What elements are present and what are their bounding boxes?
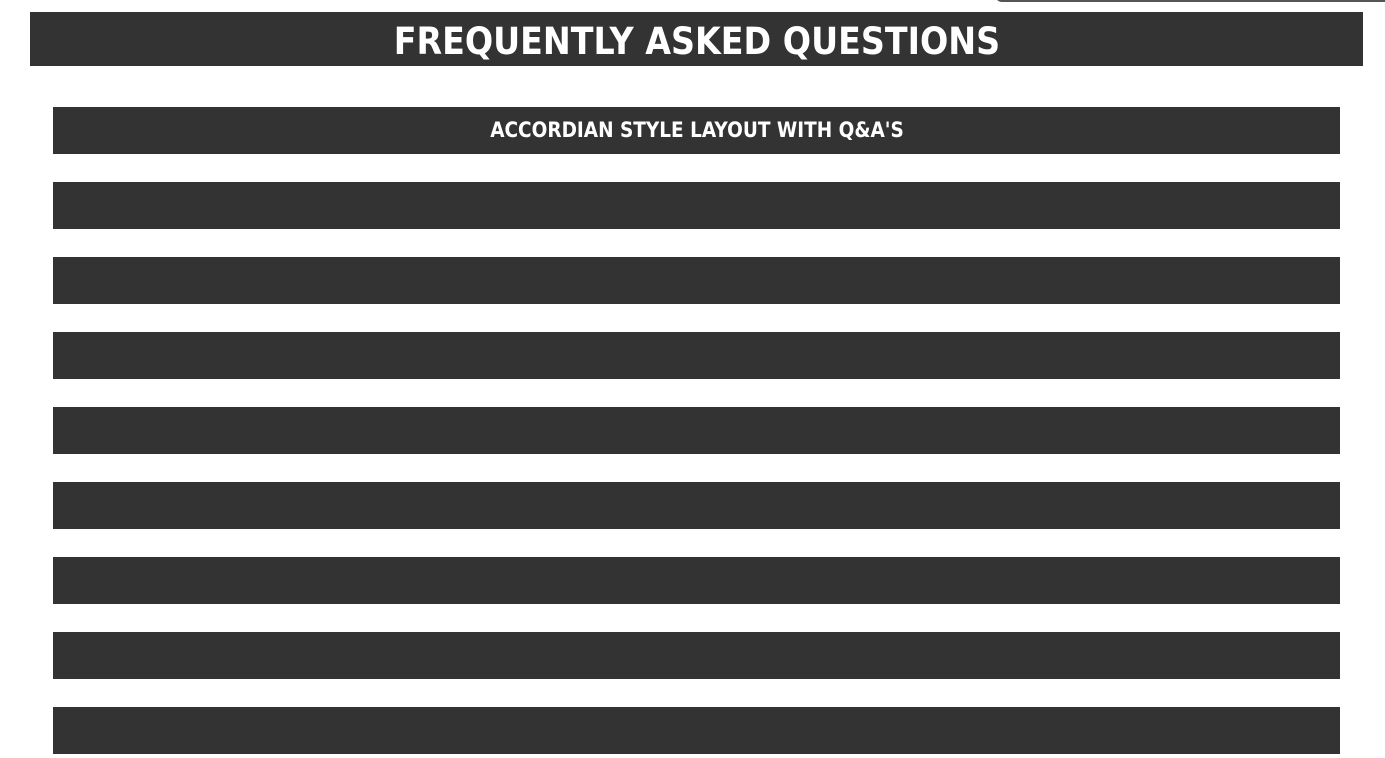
- accordion-item-9[interactable]: [53, 707, 1340, 754]
- top-tab-edge: [995, 0, 1385, 2]
- faq-accordion: ACCORDIAN STYLE LAYOUT WITH Q&A'S: [53, 107, 1340, 758]
- accordion-item-5[interactable]: [53, 407, 1340, 454]
- accordion-item-label: ACCORDIAN STYLE LAYOUT WITH Q&A'S: [489, 118, 904, 142]
- page-title: FREQUENTLY ASKED QUESTIONS: [393, 19, 1000, 63]
- accordion-item-4[interactable]: [53, 332, 1340, 379]
- accordion-item-6[interactable]: [53, 482, 1340, 529]
- accordion-item-7[interactable]: [53, 557, 1340, 604]
- accordion-item-1[interactable]: ACCORDIAN STYLE LAYOUT WITH Q&A'S: [53, 107, 1340, 154]
- accordion-item-8[interactable]: [53, 632, 1340, 679]
- faq-page: FREQUENTLY ASKED QUESTIONS ACCORDIAN STY…: [0, 0, 1385, 758]
- faq-header: FREQUENTLY ASKED QUESTIONS: [30, 12, 1363, 66]
- accordion-item-3[interactable]: [53, 257, 1340, 304]
- accordion-item-2[interactable]: [53, 182, 1340, 229]
